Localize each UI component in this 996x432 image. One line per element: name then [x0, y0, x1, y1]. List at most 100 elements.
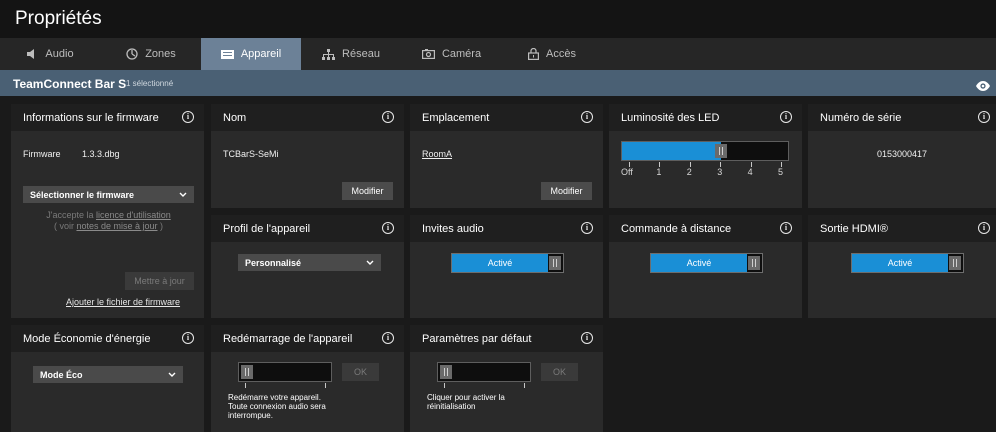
update-button[interactable]: Mettre à jour — [125, 272, 194, 290]
led-card: Luminosité des LED i Off 1 2 3 4 5 — [609, 104, 802, 208]
restart-slider[interactable] — [238, 362, 332, 382]
tab-reseau[interactable]: Réseau — [301, 38, 401, 70]
info-icon[interactable]: i — [182, 111, 194, 123]
toggle-knob — [549, 256, 561, 270]
tab-audio-label: Audio — [45, 48, 74, 60]
chevron-down-icon — [366, 258, 374, 268]
led-brightness-slider[interactable] — [621, 141, 789, 161]
serial-card: Numéro de série i 0153000417 — [808, 104, 996, 208]
info-icon[interactable]: i — [581, 111, 593, 123]
remote-title: Commande à distance — [621, 223, 732, 235]
profile-select[interactable]: Personnalisé — [238, 254, 381, 271]
restart-description: Redémarre votre appareil. Toute connexio… — [228, 393, 326, 420]
eco-select-value: Mode Éco — [40, 369, 83, 380]
name-card: Nom i TCBarS-SeMi Modifier — [211, 104, 404, 208]
audio-prompts-toggle[interactable]: Activé — [451, 253, 564, 273]
tab-camera[interactable]: Caméra — [401, 38, 502, 70]
remote-state: Activé — [651, 254, 747, 272]
tab-acces-label: Accès — [546, 48, 576, 60]
location-value[interactable]: RoomA — [422, 149, 452, 159]
info-icon[interactable]: i — [780, 222, 792, 234]
led-tick-label: Off — [621, 167, 633, 177]
firmware-card: Informations sur le firmware i Firmware … — [11, 104, 204, 318]
firmware-title: Informations sur le firmware — [23, 112, 159, 124]
reset-slider[interactable] — [437, 362, 531, 382]
slider-knob — [241, 365, 253, 379]
location-title: Emplacement — [422, 112, 490, 124]
info-icon[interactable]: i — [382, 111, 394, 123]
restart-card: Redémarrage de l'appareil i OK Redémarre… — [211, 325, 404, 432]
info-icon[interactable]: i — [581, 222, 593, 234]
camera-icon — [421, 49, 435, 59]
info-icon[interactable]: i — [182, 332, 194, 344]
toggle-knob — [949, 256, 961, 270]
add-firmware-link[interactable]: Ajouter le fichier de firmware — [66, 297, 180, 307]
firmware-select-value: Sélectionner le firmware — [30, 189, 135, 200]
audio-prompts-card: Invites audio i Activé — [410, 215, 603, 318]
device-name-value: TCBarS-SeMi — [223, 149, 279, 159]
hdmi-toggle[interactable]: Activé — [851, 253, 964, 273]
firmware-header: Informations sur le firmware i — [11, 104, 204, 131]
firmware-version: 1.3.3.dbg — [82, 149, 120, 159]
remote-toggle[interactable]: Activé — [650, 253, 763, 273]
hdmi-state: Activé — [852, 254, 948, 272]
info-icon[interactable]: i — [978, 222, 990, 234]
hdmi-title: Sortie HDMI® — [820, 223, 889, 235]
slider-knob — [440, 365, 452, 379]
serial-value: 0153000417 — [876, 149, 928, 159]
tab-camera-label: Caméra — [441, 48, 482, 60]
tab-zones[interactable]: Zones — [101, 38, 201, 70]
led-fill — [622, 142, 722, 160]
reset-ok-button[interactable]: OK — [541, 363, 578, 381]
firmware-select[interactable]: Sélectionner le firmware — [23, 186, 194, 203]
device-icon — [220, 49, 234, 59]
location-card: Emplacement i RoomA Modifier — [410, 104, 603, 208]
window-title: Propriétés — [15, 8, 102, 29]
reset-description: Cliquer pour activer la réinitialisation — [427, 393, 505, 411]
led-knob[interactable] — [715, 144, 728, 158]
profile-select-value: Personnalisé — [245, 257, 302, 268]
info-icon[interactable]: i — [382, 332, 394, 344]
firmware-label: Firmware — [23, 149, 61, 159]
restart-title: Redémarrage de l'appareil — [223, 333, 353, 345]
license-link[interactable]: licence d'utilisation — [96, 210, 171, 220]
tab-audio[interactable]: Audio — [0, 38, 101, 70]
tab-bar: Audio Zones Appareil Réseau Caméra Accès — [0, 38, 996, 70]
tab-acces[interactable]: Accès — [502, 38, 602, 70]
info-icon[interactable]: i — [978, 111, 990, 123]
device-bar: TeamConnect Bar S 1 sélectionné — [0, 70, 996, 96]
tab-appareil-label: Appareil — [240, 48, 282, 60]
remote-card: Commande à distance i Activé — [609, 215, 802, 318]
modify-name-button[interactable]: Modifier — [342, 182, 393, 200]
led-tick-label: 1 — [656, 167, 662, 177]
info-icon[interactable]: i — [382, 222, 394, 234]
led-tick-label: 2 — [686, 167, 692, 177]
led-tick-label: 3 — [717, 167, 723, 177]
audio-prompts-title: Invites audio — [422, 223, 484, 235]
title-bar: Propriétés — [0, 0, 996, 38]
led-tick-label: 5 — [778, 167, 784, 177]
led-ticks: Off 1 2 3 4 5 — [621, 162, 789, 178]
serial-title: Numéro de série — [820, 112, 902, 124]
eco-select[interactable]: Mode Éco — [33, 366, 183, 383]
modify-location-button[interactable]: Modifier — [541, 182, 592, 200]
eye-icon[interactable] — [976, 78, 990, 96]
selection-count: 1 sélectionné — [126, 79, 174, 88]
restart-ok-button[interactable]: OK — [342, 363, 379, 381]
tab-zones-label: Zones — [145, 48, 176, 60]
info-icon[interactable]: i — [581, 332, 593, 344]
eco-title: Mode Économie d'énergie — [23, 333, 151, 345]
eco-card: Mode Économie d'énergie i Mode Éco — [11, 325, 204, 432]
chevron-down-icon — [168, 370, 176, 380]
audio-prompts-state: Activé — [452, 254, 548, 272]
tab-appareil[interactable]: Appareil — [201, 38, 301, 70]
name-title: Nom — [223, 112, 247, 124]
info-icon[interactable]: i — [780, 111, 792, 123]
release-notes-link[interactable]: notes de mise à jour — [76, 221, 157, 231]
lock-icon — [528, 48, 540, 60]
zones-icon — [126, 48, 138, 60]
hdmi-card: Sortie HDMI® i Activé — [808, 215, 996, 318]
profile-title: Profil de l'appareil — [223, 223, 311, 235]
toggle-knob — [748, 256, 760, 270]
tab-reseau-label: Réseau — [342, 48, 380, 60]
